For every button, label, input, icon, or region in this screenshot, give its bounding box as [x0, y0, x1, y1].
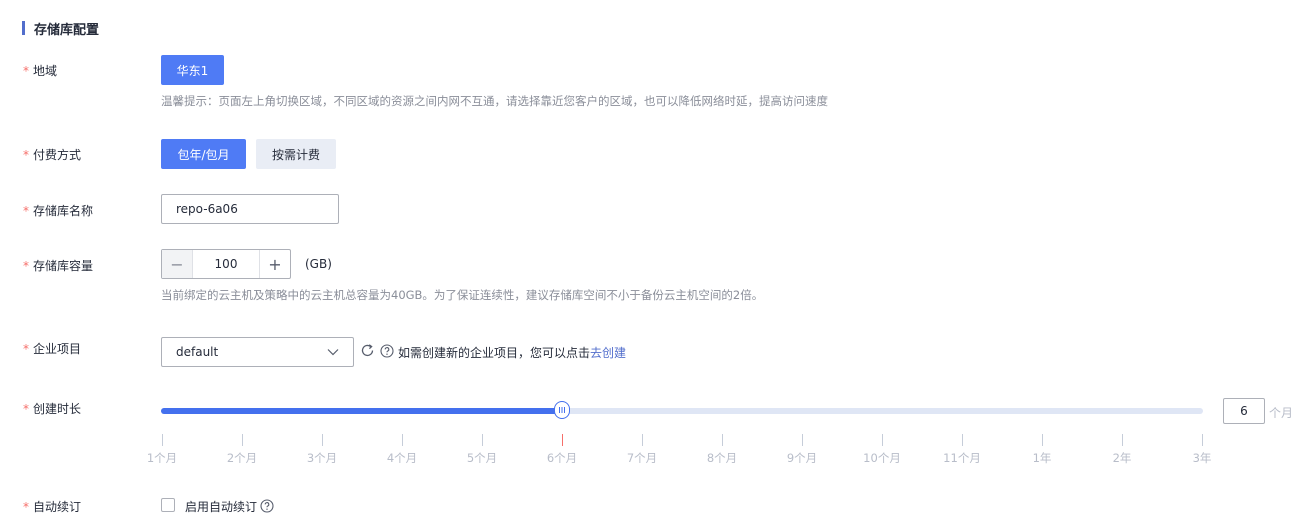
duration-unit: 个月	[1269, 406, 1294, 420]
section-accent-bar	[22, 21, 25, 35]
repo-name-input[interactable]	[161, 194, 339, 224]
required-mark: *	[23, 64, 29, 78]
duration-tick-label[interactable]: 6个月	[547, 450, 577, 466]
duration-tick[interactable]	[1122, 434, 1123, 446]
section-header: 存储库配置	[22, 19, 100, 38]
duration-tick[interactable]	[482, 434, 483, 446]
duration-tick[interactable]	[402, 434, 403, 446]
duration-tick[interactable]	[242, 434, 243, 446]
required-mark: *	[23, 148, 29, 162]
duration-tick[interactable]	[962, 434, 963, 446]
billing-option-pay-per-use[interactable]: 按需计费	[256, 139, 336, 169]
repo-name-label-text: 存储库名称	[33, 204, 94, 218]
create-project-link[interactable]: 去创建	[590, 346, 626, 360]
duration-tick[interactable]	[1202, 434, 1203, 446]
duration-label-text: 创建时长	[33, 402, 82, 416]
billing-label-text: 付费方式	[33, 148, 82, 162]
required-mark: *	[23, 204, 29, 218]
capacity-label: * 存储库容量	[23, 257, 93, 274]
region-label-text: 地域	[33, 64, 58, 78]
enterprise-project-tip: 如需创建新的企业项目，您可以点击去创建	[398, 344, 626, 361]
enterprise-project-tip-text: 如需创建新的企业项目，您可以点击	[398, 346, 591, 360]
auto-renew-checkbox-label[interactable]: 启用自动续订	[185, 498, 257, 515]
enterprise-project-value: default	[176, 345, 219, 359]
enterprise-project-select[interactable]: default	[161, 337, 354, 367]
duration-input[interactable]: 6	[1223, 398, 1265, 424]
increment-button[interactable]: +	[259, 250, 290, 278]
billing-label: * 付费方式	[23, 146, 81, 163]
capacity-unit: (GB)	[305, 257, 332, 271]
decrement-button[interactable]: −	[162, 250, 193, 278]
duration-tick-label[interactable]: 2个月	[227, 450, 257, 466]
chevron-down-icon	[327, 348, 339, 356]
duration-label: * 创建时长	[23, 400, 81, 417]
repo-name-label: * 存储库名称	[23, 202, 93, 219]
duration-tick[interactable]	[802, 434, 803, 446]
region-button[interactable]: 华东1	[161, 55, 224, 85]
duration-tick-label[interactable]: 1年	[1033, 450, 1052, 466]
duration-tick-label[interactable]: 1个月	[147, 450, 177, 466]
duration-tick[interactable]	[722, 434, 723, 446]
auto-renew-label: * 自动续订	[23, 498, 81, 515]
required-mark: *	[23, 259, 29, 273]
duration-slider-fill	[161, 408, 562, 414]
required-mark: *	[23, 402, 29, 416]
duration-tick[interactable]	[642, 434, 643, 446]
capacity-hint: 当前绑定的云主机及策略中的云主机总容量为40GB。为了保证连续性，建议存储库空间…	[161, 288, 764, 302]
duration-tick-label[interactable]: 5个月	[467, 450, 497, 466]
duration-tick-label[interactable]: 11个月	[943, 450, 981, 466]
duration-slider-track[interactable]	[161, 408, 1203, 414]
help-icon[interactable]	[380, 344, 394, 358]
billing-option-yearly-monthly[interactable]: 包年/包月	[161, 139, 246, 169]
region-label: * 地域	[23, 62, 57, 79]
duration-slider-handle[interactable]	[554, 401, 570, 419]
capacity-label-text: 存储库容量	[33, 259, 94, 273]
enterprise-project-label-text: 企业项目	[33, 342, 82, 356]
duration-tick[interactable]	[162, 434, 163, 446]
duration-tick-label[interactable]: 4个月	[387, 450, 417, 466]
refresh-icon[interactable]	[360, 343, 375, 358]
duration-tick[interactable]	[1042, 434, 1043, 446]
duration-tick[interactable]	[562, 434, 563, 446]
duration-tick-label[interactable]: 2年	[1113, 450, 1132, 466]
duration-tick-label[interactable]: 9个月	[787, 450, 817, 466]
enterprise-project-label: * 企业项目	[23, 340, 81, 357]
required-mark: *	[23, 342, 29, 356]
duration-tick-label[interactable]: 10个月	[863, 450, 901, 466]
duration-tick-label[interactable]: 8个月	[707, 450, 737, 466]
duration-tick[interactable]	[322, 434, 323, 446]
region-hint: 温馨提示：页面左上角切换区域，不同区域的资源之间内网不互通，请选择靠近您客户的区…	[161, 94, 828, 108]
auto-renew-label-text: 自动续订	[33, 500, 82, 514]
section-title: 存储库配置	[34, 22, 100, 38]
duration-tick-label[interactable]: 3个月	[307, 450, 337, 466]
capacity-value[interactable]: 100	[193, 250, 259, 278]
duration-tick-label[interactable]: 3年	[1193, 450, 1212, 466]
capacity-stepper[interactable]: − 100 +	[161, 249, 291, 279]
duration-tick-label[interactable]: 7个月	[627, 450, 657, 466]
help-icon[interactable]	[260, 499, 274, 513]
auto-renew-checkbox[interactable]	[161, 498, 175, 512]
duration-tick[interactable]	[882, 434, 883, 446]
required-mark: *	[23, 500, 29, 514]
